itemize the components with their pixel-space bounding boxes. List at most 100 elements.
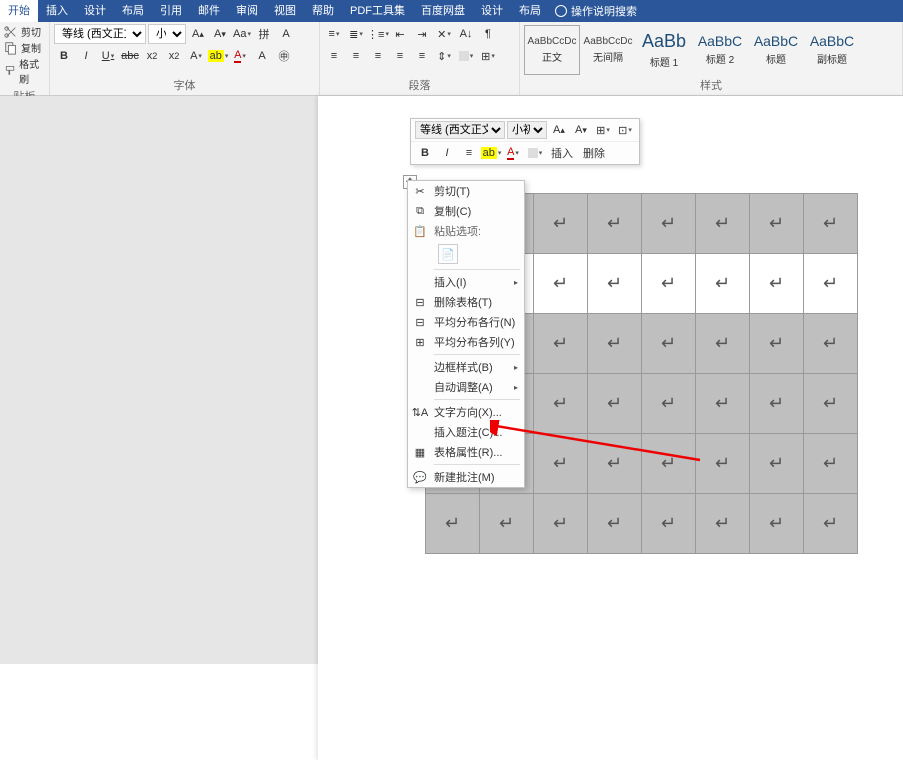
table-cell[interactable]: ↵ <box>642 494 696 554</box>
cm-distribute-rows[interactable]: ⊟ 平均分布各行(N) <box>408 312 524 332</box>
distribute-button[interactable]: ≡ <box>412 46 432 66</box>
mini-font-size-select[interactable]: 小初 <box>507 121 547 139</box>
bold-button[interactable]: B <box>54 46 74 66</box>
cm-copy[interactable]: ⧉ 复制(C) <box>408 201 524 221</box>
mini-insert-button[interactable]: 插入 <box>547 145 577 161</box>
table-cell[interactable]: ↵ <box>426 494 480 554</box>
font-color-button[interactable]: A▾ <box>230 46 250 66</box>
tab-layout[interactable]: 布局 <box>114 0 152 22</box>
table-cell[interactable]: ↵ <box>534 374 588 434</box>
clear-formatting-button[interactable]: A <box>276 24 296 44</box>
table-cell[interactable]: ↵ <box>480 494 534 554</box>
italic-button[interactable]: I <box>76 46 96 66</box>
table-cell[interactable]: ↵ <box>804 314 858 374</box>
table-cell[interactable]: ↵ <box>750 254 804 314</box>
table-cell[interactable]: ↵ <box>696 494 750 554</box>
numbering-button[interactable]: ≣▾ <box>346 24 366 44</box>
cm-insert[interactable]: 插入(I) ▸ <box>408 272 524 292</box>
tab-table-layout[interactable]: 布局 <box>511 0 549 22</box>
mini-shrink-font-button[interactable]: A▾ <box>571 121 591 139</box>
format-painter-button[interactable]: 格式刷 <box>4 56 45 86</box>
tab-view[interactable]: 视图 <box>266 0 304 22</box>
table-cell[interactable]: ↵ <box>804 434 858 494</box>
table-cell[interactable]: ↵ <box>750 314 804 374</box>
cm-insert-caption[interactable]: 插入题注(C)... <box>408 422 524 442</box>
tab-help[interactable]: 帮助 <box>304 0 342 22</box>
style-item-5[interactable]: AaBbC副标题 <box>804 25 860 75</box>
shrink-font-button[interactable]: A▾ <box>210 24 230 44</box>
enclose-chars-button[interactable]: ㊥ <box>274 46 294 66</box>
table-cell[interactable]: ↵ <box>750 434 804 494</box>
style-item-4[interactable]: AaBbC标题 <box>748 25 804 75</box>
char-shading-button[interactable]: A <box>252 46 272 66</box>
table-cell[interactable]: ↵ <box>588 254 642 314</box>
align-center-button[interactable]: ≡ <box>346 46 366 66</box>
mini-delete-button[interactable]: 删除 <box>579 145 609 161</box>
strikethrough-button[interactable]: abc <box>120 46 140 66</box>
multilevel-list-button[interactable]: ⋮≡▾ <box>368 24 388 44</box>
table-cell[interactable]: ↵ <box>804 494 858 554</box>
table-cell[interactable]: ↵ <box>804 374 858 434</box>
superscript-button[interactable]: x2 <box>164 46 184 66</box>
table-cell[interactable]: ↵ <box>534 194 588 254</box>
table-cell[interactable]: ↵ <box>588 374 642 434</box>
mini-font-color-button[interactable]: A▾ <box>503 144 523 162</box>
style-item-1[interactable]: AaBbCcDc无间隔 <box>580 25 636 75</box>
tab-insert[interactable]: 插入 <box>38 0 76 22</box>
text-effects-button[interactable]: A▾ <box>186 46 206 66</box>
font-size-select[interactable]: 小初 <box>148 24 186 44</box>
change-case-button[interactable]: Aa▾ <box>232 24 252 44</box>
style-item-3[interactable]: AaBbC标题 2 <box>692 25 748 75</box>
mini-italic-button[interactable]: I <box>437 144 457 162</box>
bullets-button[interactable]: ≡▾ <box>324 24 344 44</box>
table-cell[interactable]: ↵ <box>534 494 588 554</box>
cm-text-direction[interactable]: ⇅A 文字方向(X)... <box>408 402 524 422</box>
mini-highlight-button[interactable]: ab▾ <box>481 144 501 162</box>
table-cell[interactable]: ↵ <box>588 494 642 554</box>
mini-grow-font-button[interactable]: A▴ <box>549 121 569 139</box>
mini-align-button[interactable]: ≡ <box>459 144 479 162</box>
table-cell[interactable]: ↵ <box>696 194 750 254</box>
table-cell[interactable]: ↵ <box>588 434 642 494</box>
highlight-button[interactable]: ab▾ <box>208 46 228 66</box>
tab-review[interactable]: 审阅 <box>228 0 266 22</box>
table-cell[interactable]: ↵ <box>642 434 696 494</box>
mini-bold-button[interactable]: B <box>415 144 435 162</box>
table-cell[interactable]: ↵ <box>804 194 858 254</box>
phonetic-guide-button[interactable]: 拼 <box>254 24 274 44</box>
cm-delete-table[interactable]: ⊟ 删除表格(T) <box>408 292 524 312</box>
mini-merge-button[interactable]: ⊡▾ <box>615 121 635 139</box>
tab-references[interactable]: 引用 <box>152 0 190 22</box>
table-cell[interactable]: ↵ <box>534 434 588 494</box>
table-cell[interactable]: ↵ <box>642 314 696 374</box>
cm-autofit[interactable]: 自动调整(A) ▸ <box>408 377 524 397</box>
tab-home[interactable]: 开始 <box>0 0 38 22</box>
justify-button[interactable]: ≡ <box>390 46 410 66</box>
mini-border-button[interactable]: ⊞▾ <box>593 121 613 139</box>
tab-table-design[interactable]: 设计 <box>473 0 511 22</box>
mini-font-name-select[interactable]: 等线 (西文正文) <box>415 121 505 139</box>
cm-distribute-cols[interactable]: ⊞ 平均分布各列(Y) <box>408 332 524 352</box>
copy-button[interactable]: 复制 <box>4 40 45 55</box>
tell-me-search[interactable]: 操作说明搜索 <box>555 3 637 19</box>
subscript-button[interactable]: x2 <box>142 46 162 66</box>
line-spacing-button[interactable]: ⇕▾ <box>434 46 454 66</box>
table-cell[interactable]: ↵ <box>696 434 750 494</box>
table-cell[interactable]: ↵ <box>642 374 696 434</box>
align-right-button[interactable]: ≡ <box>368 46 388 66</box>
cm-border-style[interactable]: 边框样式(B) ▸ <box>408 357 524 377</box>
cm-cut[interactable]: ✂ 剪切(T) <box>408 181 524 201</box>
tab-pdf-tools[interactable]: PDF工具集 <box>342 0 413 22</box>
increase-indent-button[interactable]: ⇥ <box>412 24 432 44</box>
style-item-0[interactable]: AaBbCcDc正文 <box>524 25 580 75</box>
table-cell[interactable]: ↵ <box>642 254 696 314</box>
sort-button[interactable]: A↓ <box>456 24 476 44</box>
shading-button[interactable]: ▾ <box>456 46 476 66</box>
table-cell[interactable]: ↵ <box>588 314 642 374</box>
table-cell[interactable]: ↵ <box>750 494 804 554</box>
table-cell[interactable]: ↵ <box>804 254 858 314</box>
table-cell[interactable]: ↵ <box>588 194 642 254</box>
mini-shading-button[interactable]: ▾ <box>525 144 545 162</box>
table-cell[interactable]: ↵ <box>534 254 588 314</box>
tab-mailings[interactable]: 邮件 <box>190 0 228 22</box>
